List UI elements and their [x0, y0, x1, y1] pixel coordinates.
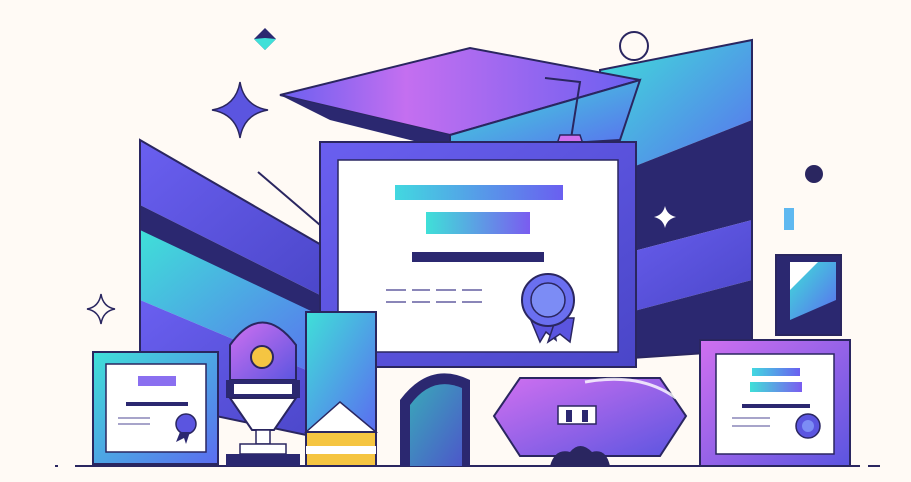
books-icon: [304, 311, 379, 467]
dot-icon: [805, 165, 823, 183]
sparkle-outline-icon: [86, 293, 116, 325]
ribbon-tab-icon: [775, 254, 842, 336]
small-certificate-right-icon: [699, 339, 851, 467]
circle-outline-icon: [619, 31, 649, 61]
illustration-stage: [0, 0, 911, 482]
graduation-illustration: [55, 28, 880, 468]
sparkle-icon: [211, 81, 269, 139]
trophy-icon: [226, 321, 300, 466]
small-certificate-left-icon: [92, 351, 219, 465]
diploma-badge-icon: [492, 377, 688, 466]
small-bar-icon: [784, 208, 794, 230]
graduation-cap-icon: [279, 46, 642, 152]
